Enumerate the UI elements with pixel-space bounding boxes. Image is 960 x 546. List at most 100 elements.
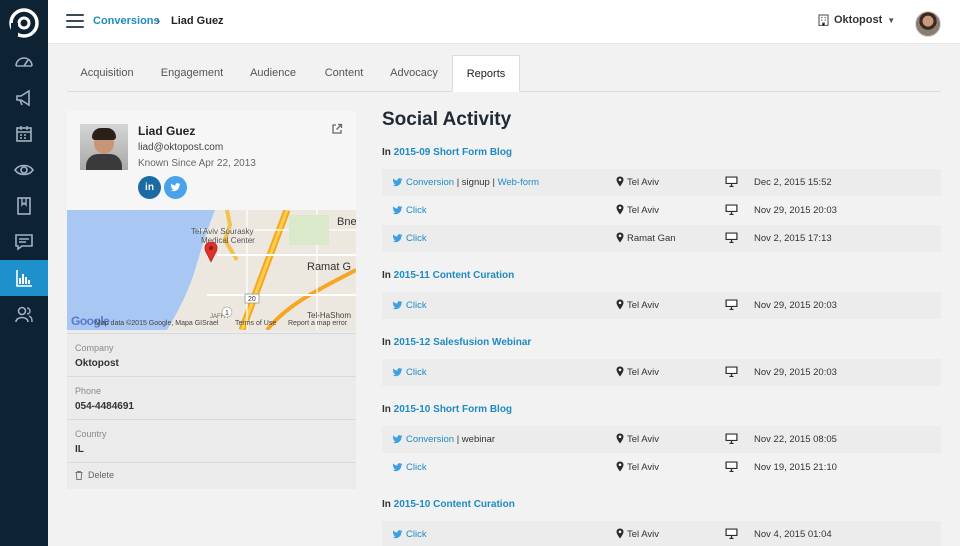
map-report-link[interactable]: Report a map error [288, 320, 347, 327]
hamburger-menu-icon[interactable] [66, 14, 84, 28]
activity-action: Click [406, 529, 427, 540]
contact-photo [80, 124, 128, 170]
sidebar-item-inbox[interactable] [0, 224, 48, 260]
campaign-link[interactable]: 2015-09 Short Form Blog [394, 147, 512, 158]
calendar-icon [16, 126, 32, 142]
sidebar-item-library[interactable] [0, 188, 48, 224]
contact-profile-card: Liad Guez liad@oktopost.com Known Since … [67, 111, 356, 489]
sidebar-item-reports[interactable] [0, 260, 48, 296]
desktop-icon [725, 461, 738, 472]
bookmark-icon [17, 197, 31, 215]
activity-date: Nov 29, 2015 20:03 [754, 300, 837, 311]
desktop-icon [725, 204, 738, 215]
activity-row: Conversion | signup | Web-form Tel Aviv De… [382, 169, 941, 196]
activity-row: Click Ramat Gan Nov 2, 2015 17:13 [382, 225, 941, 252]
field-label: Country [75, 429, 107, 439]
activity-action: Conversion | signup | Web-form [406, 177, 539, 188]
map-credit: Map data ©2015 Google, Mapa GISrael [95, 320, 219, 327]
tab-bar: Acquisition Engagement Audience Content … [67, 55, 941, 92]
field-company: Company Oktopost [67, 333, 356, 376]
activity-link[interactable]: Click [406, 300, 427, 311]
sidebar-item-calendar[interactable] [0, 116, 48, 152]
activity-date: Nov 2, 2015 17:13 [754, 233, 832, 244]
sidebar-item-monitor[interactable] [0, 152, 48, 188]
delete-contact-button[interactable]: Delete [75, 470, 114, 480]
chevron-down-icon: ▼ [887, 15, 896, 25]
activity-link[interactable]: Click [406, 233, 427, 244]
activity-date: Nov 29, 2015 20:03 [754, 205, 837, 216]
activity-row: Click Tel Aviv Nov 29, 2015 20:03 [382, 197, 941, 224]
map-label: Tel Aviv Sourasky [191, 227, 254, 236]
location-pin-icon [616, 204, 624, 215]
activity-location: Tel Aviv [627, 434, 660, 445]
activity-date: Nov 4, 2015 01:04 [754, 529, 832, 540]
location-pin-icon [616, 461, 624, 472]
oktopost-logo-icon[interactable] [8, 7, 40, 39]
twitter-icon [392, 368, 403, 377]
chat-icon [15, 234, 33, 251]
eye-icon [14, 164, 34, 176]
breadcrumb-separator: › [156, 13, 161, 28]
activity-date: Dec 2, 2015 15:52 [754, 177, 832, 188]
tab-engagement[interactable]: Engagement [151, 55, 233, 92]
activity-link[interactable]: Web-form [498, 177, 540, 188]
sidebar-item-dashboard[interactable] [0, 44, 48, 80]
desktop-icon [725, 299, 738, 310]
location-map[interactable]: 20 Bne Tel Aviv Sourasky Medical Center … [67, 210, 356, 330]
tab-acquisition[interactable]: Acquisition [67, 55, 147, 92]
activity-link[interactable]: Click [406, 205, 427, 216]
tab-audience[interactable]: Audience [239, 55, 307, 92]
activity-row: Click Tel Aviv Nov 19, 2015 21:10 [382, 454, 941, 481]
activity-action: Click [406, 233, 427, 244]
twitter-icon[interactable] [164, 176, 187, 199]
activity-link[interactable]: Conversion [406, 434, 454, 445]
activity-action: Click [406, 367, 427, 378]
breadcrumb-conversions-link[interactable]: Conversions [93, 15, 160, 27]
activity-link[interactable]: Click [406, 529, 427, 540]
activity-row: Click Tel Aviv Nov 29, 2015 20:03 [382, 292, 941, 319]
activity-link[interactable]: Conversion [406, 177, 454, 188]
desktop-icon [725, 433, 738, 444]
campaign-link[interactable]: 2015-12 Salesfusion Webinar [394, 337, 532, 348]
organization-switcher[interactable]: Oktopost ▼ [818, 14, 895, 26]
activity-detail: | webinar [454, 434, 496, 445]
location-pin-icon [616, 232, 624, 243]
user-avatar[interactable] [915, 11, 941, 37]
activity-link[interactable]: Click [406, 367, 427, 378]
tab-reports[interactable]: Reports [452, 55, 520, 92]
activity-action: Click [406, 462, 427, 473]
activity-date: Nov 22, 2015 08:05 [754, 434, 837, 445]
activity-link[interactable]: Click [406, 462, 427, 473]
twitter-icon [392, 301, 403, 310]
social-activity-title: Social Activity [382, 109, 512, 130]
top-bar: Conversions › Liad Guez Oktopost ▼ [48, 0, 960, 44]
field-value: 054-4484691 [75, 401, 134, 412]
linkedin-icon[interactable]: in [138, 176, 161, 199]
field-phone: Phone 054-4484691 [67, 376, 356, 419]
twitter-icon [392, 206, 403, 215]
external-link-icon[interactable] [331, 123, 343, 135]
sidebar-item-publish[interactable] [0, 80, 48, 116]
twitter-icon [392, 530, 403, 539]
map-terms-link[interactable]: Terms of Use [235, 320, 276, 327]
campaign-link[interactable]: 2015-10 Content Curation [394, 499, 515, 510]
campaign-link[interactable]: 2015-11 Content Curation [394, 270, 515, 281]
activity-location: Tel Aviv [627, 529, 660, 540]
sidebar-item-users[interactable] [0, 296, 48, 332]
campaign-group-title: In 2015-12 Salesfusion Webinar [382, 337, 531, 348]
sidebar [0, 0, 48, 546]
activity-date: Nov 19, 2015 21:10 [754, 462, 837, 473]
tab-content[interactable]: Content [312, 55, 376, 92]
delete-label: Delete [88, 470, 115, 480]
campaign-group-title: In 2015-09 Short Form Blog [382, 147, 512, 158]
map-label: Tel-HaShom [307, 311, 351, 320]
contact-email: liad@oktopost.com [138, 142, 224, 153]
campaign-link[interactable]: 2015-10 Short Form Blog [394, 404, 512, 415]
campaign-group-title: In 2015-10 Short Form Blog [382, 404, 512, 415]
users-icon [15, 306, 33, 323]
building-icon [818, 14, 829, 26]
activity-location: Tel Aviv [627, 300, 660, 311]
tab-advocacy[interactable]: Advocacy [379, 55, 449, 92]
contact-header: Liad Guez liad@oktopost.com Known Since … [67, 111, 356, 210]
location-pin-icon [616, 176, 624, 187]
